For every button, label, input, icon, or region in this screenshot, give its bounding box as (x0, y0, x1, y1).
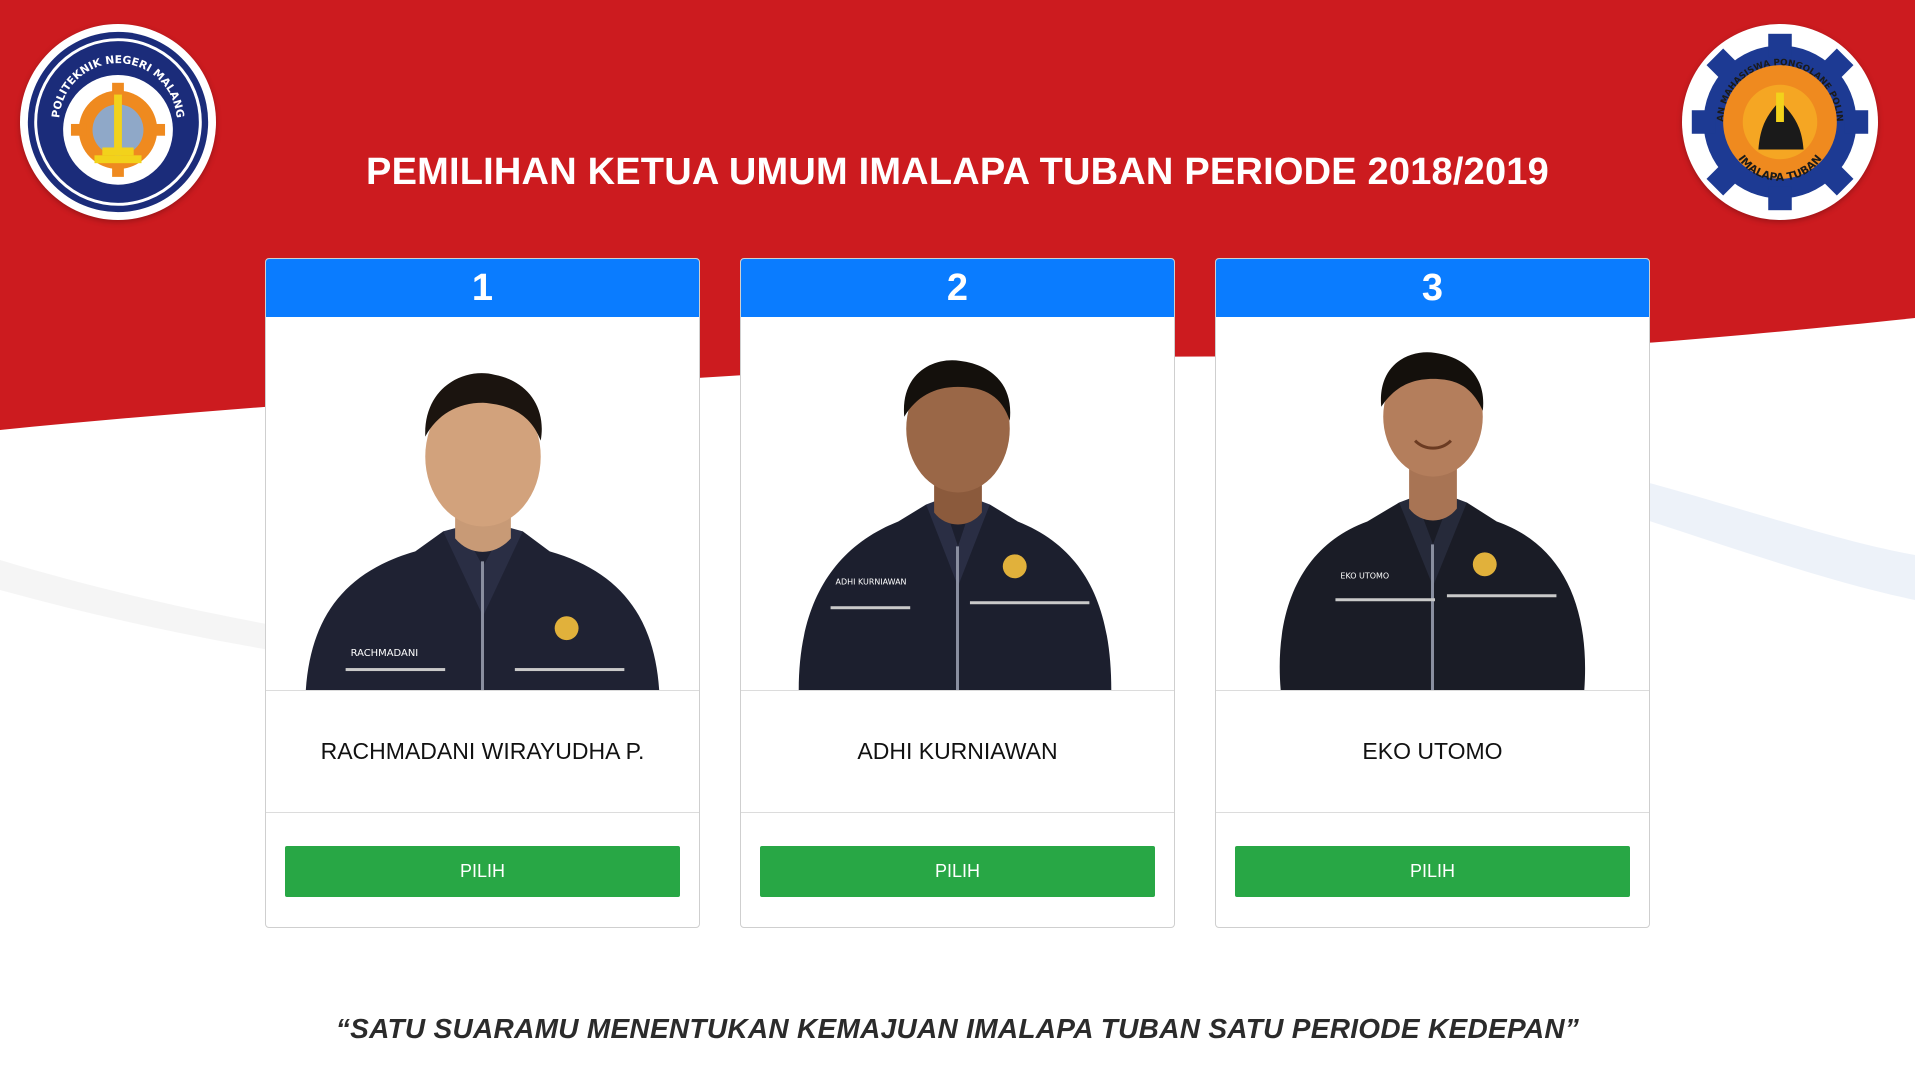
candidate-photo: RACHMADANI (266, 317, 699, 691)
candidate-number: 3 (1216, 259, 1649, 317)
candidate-portrait-image: RACHMADANI (305, 373, 660, 690)
candidate-action: PILIH (266, 813, 699, 897)
pilih-button-candidate-1[interactable]: PILIH (285, 846, 680, 897)
candidate-number: 1 (266, 259, 699, 317)
candidate-name: RACHMADANI WIRAYUDHA P. (266, 691, 699, 813)
candidate-card: 2 ADHI KURNIAWAN ADHI KURNIAWAN PILIH (740, 258, 1175, 928)
footer-slogan: “SATU SUARAMU MENENTUKAN KEMAJUAN IMALAP… (335, 1013, 1580, 1044)
candidate-name: EKO UTOMO (1216, 691, 1649, 813)
svg-text:RACHMADANI: RACHMADANI (351, 648, 419, 659)
page-title: PEMILIHAN KETUA UMUM IMALAPA TUBAN PERIO… (366, 151, 1549, 193)
candidate-action: PILIH (741, 813, 1174, 897)
candidate-portrait-image: ADHI KURNIAWAN (798, 360, 1112, 690)
candidate-card: 3 EKO UTOMO EKO UTOMO PILIH (1215, 258, 1650, 928)
candidate-action: PILIH (1216, 813, 1649, 897)
candidate-portrait-image: EKO UTOMO (1279, 352, 1586, 690)
candidate-card: 1 RACHMADANI RACHMADANI WIRAYUDHA P. PIL… (265, 258, 700, 928)
candidate-name: ADHI KURNIAWAN (741, 691, 1174, 813)
candidate-photo: ADHI KURNIAWAN (741, 317, 1174, 691)
voting-page: POLITEKNIK NEGERI MALANG AN MAHASISWA PO… (0, 0, 1915, 1076)
candidate-photo: EKO UTOMO (1216, 317, 1649, 691)
candidate-number: 2 (741, 259, 1174, 317)
svg-text:ADHI KURNIAWAN: ADHI KURNIAWAN (836, 577, 907, 586)
svg-text:EKO UTOMO: EKO UTOMO (1340, 571, 1389, 580)
pilih-button-candidate-2[interactable]: PILIH (760, 846, 1155, 897)
pilih-button-candidate-3[interactable]: PILIH (1235, 846, 1630, 897)
